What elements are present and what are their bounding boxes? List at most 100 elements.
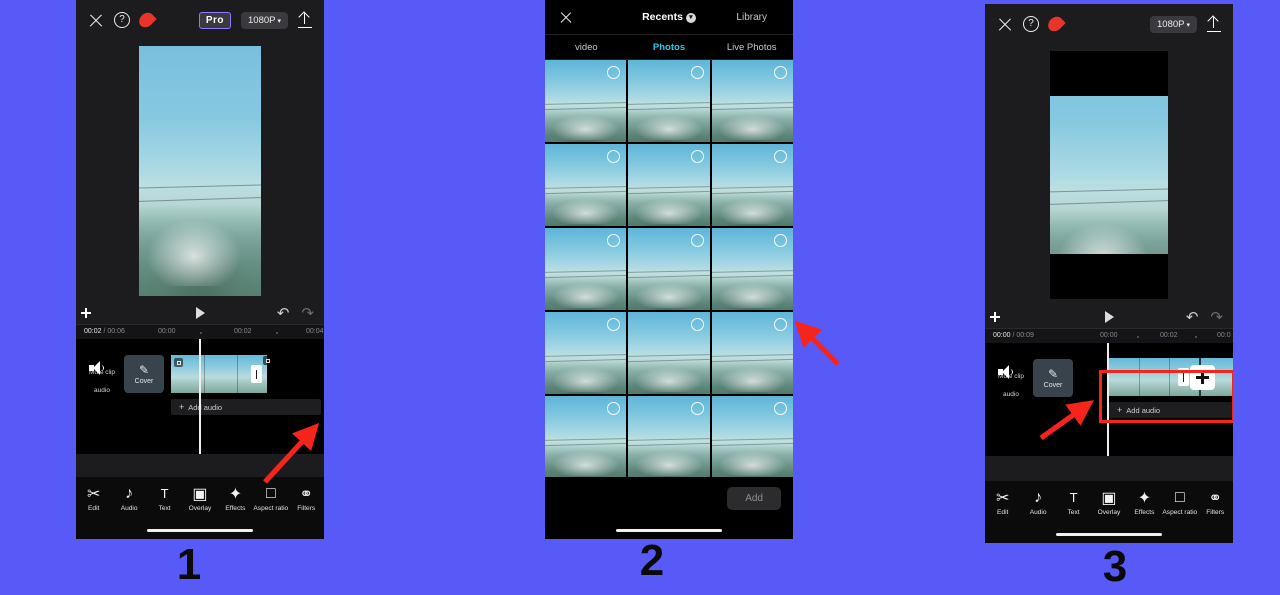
- photo-cell[interactable]: [545, 228, 627, 310]
- clip-track-1[interactable]: [171, 355, 301, 393]
- tool-text-1[interactable]: T Text: [148, 486, 182, 512]
- tool-audio-1[interactable]: ♪ Audio: [112, 485, 146, 513]
- mute-clip-audio-button-1[interactable]: Mute clip audio: [84, 361, 120, 397]
- add-clip-button-3[interactable]: [1190, 365, 1215, 390]
- selection-circle-icon[interactable]: [774, 66, 787, 79]
- photo-cell[interactable]: [545, 144, 627, 226]
- tab-live-photos[interactable]: Live Photos: [710, 42, 793, 53]
- tool-edit-1[interactable]: ✂ Edit: [77, 486, 111, 513]
- selection-circle-icon[interactable]: [774, 402, 787, 415]
- tool-label: Edit: [997, 509, 1009, 516]
- clip-trim-handle-right-1[interactable]: [251, 365, 262, 383]
- picker-footer: Add: [545, 477, 793, 539]
- close-icon[interactable]: [88, 12, 104, 28]
- preview-controls-1: ↶ ↷: [76, 302, 324, 324]
- close-icon[interactable]: [997, 16, 1013, 32]
- undo-icon[interactable]: ↶: [277, 306, 290, 321]
- tool-label: Text: [1067, 509, 1080, 516]
- play-icon[interactable]: [1104, 311, 1114, 323]
- upload-icon[interactable]: [1207, 16, 1221, 32]
- screenshot-stage: ? Pro 1080P ▾ ↶ ↷ 00:02 / 00:06 00:00 00…: [0, 0, 1280, 595]
- photo-cell[interactable]: [711, 396, 793, 478]
- tool-aspect-ratio-3[interactable]: □ Aspect ratio: [1162, 489, 1198, 517]
- selection-circle-icon[interactable]: [774, 318, 787, 331]
- playhead-1[interactable]: [199, 339, 201, 454]
- add-audio-track-3[interactable]: + Add audio: [1109, 402, 1233, 418]
- cover-button-1[interactable]: ✎ Cover: [124, 355, 164, 393]
- letterbox-bottom: [1050, 254, 1168, 299]
- selection-circle-icon[interactable]: [690, 318, 704, 331]
- tool-label: Audio: [120, 505, 138, 512]
- help-icon[interactable]: ?: [114, 12, 130, 28]
- ruler-tick-2: 00:0: [1217, 332, 1231, 339]
- picker-tabs: video Photos Live Photos: [545, 34, 793, 60]
- timeline-ruler-3[interactable]: 00:00 / 00:09 00:00 00:02 00:0: [985, 328, 1233, 343]
- photo-cell[interactable]: [711, 312, 793, 394]
- cover-button-3[interactable]: ✎ Cover: [1033, 359, 1073, 397]
- selection-circle-icon[interactable]: [690, 234, 704, 247]
- editor-topbar-3: ? 1080P ▾: [985, 4, 1233, 44]
- photo-grid[interactable]: [545, 60, 793, 478]
- tool-overlay-3[interactable]: ▣ Overlay: [1092, 490, 1126, 517]
- play-icon[interactable]: [195, 307, 205, 319]
- timeline-ruler-1[interactable]: 00:02 / 00:06 00:00 00:02 00:04: [76, 324, 324, 339]
- plus-icon: +: [1117, 404, 1123, 415]
- tool-effects-1[interactable]: ✦ Effects: [218, 486, 252, 513]
- timeline-3[interactable]: Mute clip audio ✎ Cover + Add audio: [985, 343, 1233, 456]
- tool-filters-1[interactable]: ⚭ Filters: [289, 485, 323, 513]
- text-t-icon: T: [1069, 490, 1078, 505]
- photo-cell[interactable]: [545, 60, 627, 142]
- close-icon[interactable]: [559, 10, 573, 24]
- resolution-selector-1[interactable]: 1080P ▾: [241, 11, 288, 29]
- video-preview-3[interactable]: [1050, 51, 1168, 299]
- selection-circle-icon[interactable]: [690, 402, 704, 415]
- photo-cell[interactable]: [711, 228, 793, 310]
- add-button[interactable]: Add: [727, 487, 781, 510]
- redo-icon[interactable]: ↷: [1210, 310, 1223, 325]
- add-audio-track-1[interactable]: + Add audio: [171, 399, 321, 415]
- tab-video[interactable]: video: [545, 42, 628, 53]
- photo-cell[interactable]: [628, 312, 710, 394]
- photo-cell[interactable]: [628, 228, 710, 310]
- help-icon[interactable]: ?: [1023, 16, 1039, 32]
- timeline-1[interactable]: Mute clip audio ✎ Cover + Add audio: [76, 339, 324, 454]
- video-preview-1[interactable]: [139, 46, 261, 296]
- tool-aspect-ratio-1[interactable]: □ Aspect ratio: [253, 485, 288, 513]
- tool-text-3[interactable]: T Text: [1057, 490, 1091, 516]
- photo-cell[interactable]: [628, 396, 710, 478]
- tool-label: Effects: [225, 505, 246, 512]
- selection-circle-icon[interactable]: [774, 150, 787, 163]
- clip-trim-handle-3[interactable]: [1178, 368, 1189, 386]
- resolution-label: 1080P: [248, 14, 276, 26]
- mute-clip-audio-button-3[interactable]: Mute clip audio: [993, 365, 1029, 401]
- undo-icon[interactable]: ↶: [1186, 310, 1199, 325]
- photo-cell[interactable]: [711, 60, 793, 142]
- upload-icon[interactable]: [298, 12, 312, 28]
- tool-audio-3[interactable]: ♪ Audio: [1021, 489, 1055, 517]
- redo-icon[interactable]: ↷: [301, 306, 314, 321]
- selection-circle-icon[interactable]: [690, 150, 704, 163]
- photo-cell[interactable]: [628, 60, 710, 142]
- resolution-selector-3[interactable]: 1080P ▾: [1150, 15, 1197, 33]
- tool-overlay-1[interactable]: ▣ Overlay: [183, 486, 217, 513]
- filters-icon: ⚭: [299, 485, 313, 503]
- pro-badge[interactable]: Pro: [198, 11, 231, 29]
- tool-label: Edit: [88, 505, 100, 512]
- tool-label: Aspect ratio: [1162, 509, 1198, 516]
- library-tab[interactable]: Library: [736, 12, 767, 23]
- playhead-3[interactable]: [1107, 343, 1109, 456]
- editor-screen-3: ? 1080P ▾ ↶ ↷ 00:00 / 00:09 00:00 00:02 …: [985, 4, 1233, 543]
- tool-effects-3[interactable]: ✦ Effects: [1127, 490, 1161, 517]
- photo-cell[interactable]: [628, 144, 710, 226]
- selection-circle-icon[interactable]: [690, 66, 704, 79]
- selection-circle-icon[interactable]: [774, 234, 787, 247]
- tab-photos[interactable]: Photos: [628, 42, 711, 53]
- flame-icon[interactable]: [1045, 13, 1066, 35]
- ruler-tick-2: 00:04: [306, 328, 324, 335]
- photo-cell[interactable]: [545, 312, 627, 394]
- tool-filters-3[interactable]: ⚭ Filters: [1198, 490, 1232, 517]
- tool-edit-3[interactable]: ✂ Edit: [986, 490, 1020, 517]
- photo-cell[interactable]: [545, 396, 627, 478]
- photo-cell[interactable]: [711, 144, 793, 226]
- flame-icon[interactable]: [136, 9, 157, 31]
